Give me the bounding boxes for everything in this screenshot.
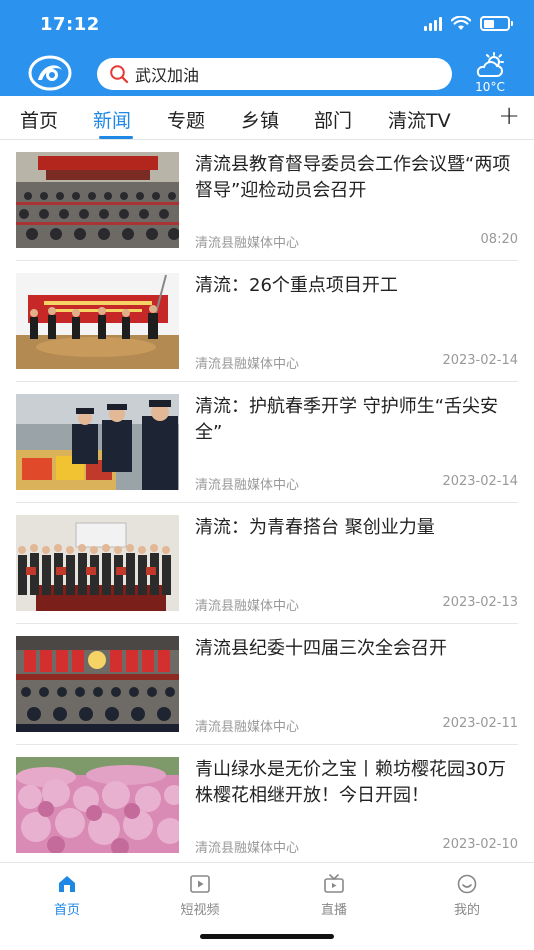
nav-short-video[interactable]: 短视频 [160,873,240,918]
add-tab-button[interactable]: + [498,102,520,130]
news-item[interactable]: 青山绿水是无价之宝丨赖坊樱花园30万株樱花相继开放！今日开园！ 清流县融媒体中心… [16,745,518,866]
news-date: 2023-02-13 [442,595,518,610]
food-inspection-photo [16,394,179,490]
news-item[interactable]: 清流：护航春季开学 守护师生“舌尖安全” 清流县融媒体中心 2023-02-14 [16,382,518,503]
search-input[interactable]: 武汉加油 [135,62,199,86]
news-date: 2023-02-11 [442,716,518,731]
meeting-hall-photo [16,152,179,248]
wifi-icon [451,16,471,30]
news-date: 2023-02-10 [442,837,518,852]
nav-live[interactable]: 直播 [294,873,374,918]
cloudy-weather-icon [476,52,504,77]
signal-icon [424,16,442,31]
search-bar[interactable]: 武汉加油 [97,58,452,90]
weather-widget[interactable]: 10°C [470,52,510,96]
news-source: 清流县融媒体中心 [195,357,300,372]
status-icons [424,16,513,31]
nav-home-label: 首页 [53,903,80,918]
news-title: 清流：护航春季开学 守护师生“舌尖安全” [195,396,499,443]
tab-towns[interactable]: 乡镇 [241,106,279,133]
tab-news[interactable]: 新闻 [93,106,131,133]
tab-departments[interactable]: 部门 [314,106,352,133]
status-time: 17:12 [40,14,100,35]
news-item[interactable]: 清流：26个重点项目开工 清流县融媒体中心 2023-02-14 [16,261,518,382]
news-source: 清流县融媒体中心 [195,841,300,856]
news-title: 清流县教育督导委员会工作会议暨“两项督导”迎检动员会召开 [195,154,511,201]
group-award-photo [16,515,179,611]
active-tab-indicator [99,136,133,139]
groundbreaking-ceremony-photo [16,273,179,369]
nav-live-label: 直播 [320,903,347,918]
news-title: 清流县纪委十四届三次全会召开 [195,638,447,659]
news-title: 清流：为青春搭台 聚创业力量 [195,517,435,538]
tab-topics[interactable]: 专题 [167,106,205,133]
weather-temperature: 10°C [475,80,505,94]
nav-profile[interactable]: 我的 [427,873,507,918]
live-icon [324,874,344,893]
news-source: 清流县融媒体中心 [195,478,300,493]
nav-short-video-label: 短视频 [180,903,220,918]
news-date: 2023-02-14 [442,474,518,489]
party-meeting-photo [16,636,179,732]
battery-icon [480,16,513,31]
status-bar: 17:12 [0,0,534,50]
home-indicator [200,934,334,939]
cherry-blossom-photo [16,757,179,853]
news-item[interactable]: 清流县纪委十四届三次全会召开 清流县融媒体中心 2023-02-11 [16,624,518,745]
news-source: 清流县融媒体中心 [195,599,300,614]
news-title: 青山绿水是无价之宝丨赖坊樱花园30万株樱花相继开放！今日开园！ [195,759,506,806]
nav-home[interactable]: 首页 [27,873,107,918]
nav-profile-label: 我的 [453,903,480,918]
tab-qingliu-tv[interactable]: 清流TV [388,106,451,133]
news-date: 2023-02-14 [442,353,518,368]
search-icon [110,65,129,84]
app-logo-icon[interactable] [28,54,72,92]
profile-icon [457,874,477,894]
news-date: 08:20 [480,232,518,247]
news-source: 清流县融媒体中心 [195,720,300,735]
short-video-icon [190,875,210,893]
news-item[interactable]: 清流：为青春搭台 聚创业力量 清流县融媒体中心 2023-02-13 [16,503,518,624]
news-item[interactable]: 清流县教育督导委员会工作会议暨“两项督导”迎检动员会召开 清流县融媒体中心 08… [16,140,518,261]
home-icon [59,876,75,892]
news-source: 清流县融媒体中心 [195,236,300,251]
header: 武汉加油 10°C [0,52,534,96]
news-title: 清流：26个重点项目开工 [195,275,398,296]
category-tabs: 首页 新闻 专题 乡镇 部门 清流TV + [0,96,534,140]
tab-home[interactable]: 首页 [20,106,58,133]
